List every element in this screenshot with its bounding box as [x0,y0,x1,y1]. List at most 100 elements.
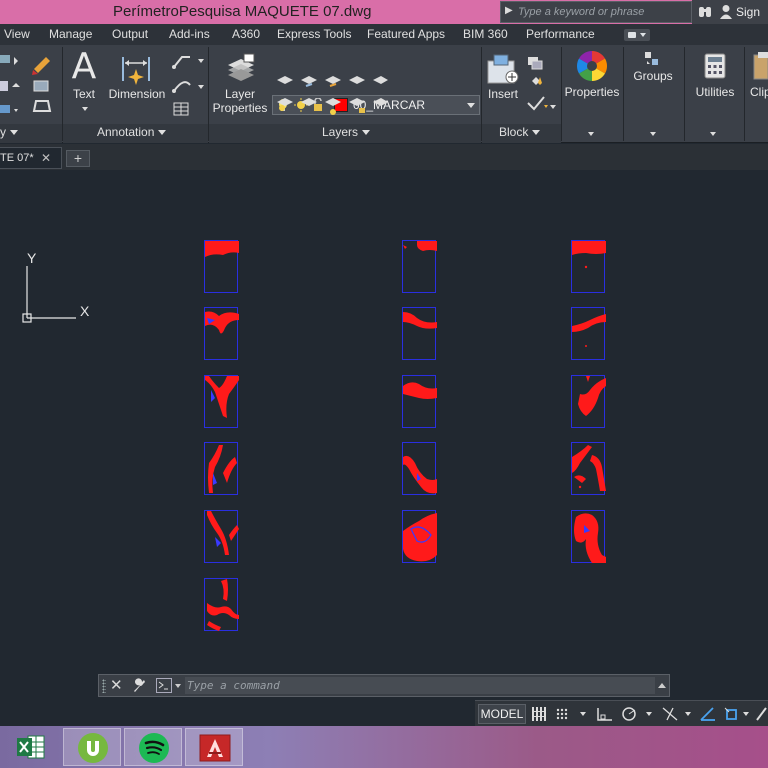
drawing-tile[interactable] [204,240,239,293]
layer-tools-icons[interactable] [276,72,388,120]
draw-tools-icon[interactable] [30,53,54,117]
isometric-dropdown-icon[interactable] [685,712,691,716]
annotation-panel-label: Annotation [97,125,155,139]
autocad-taskbar-button[interactable] [185,728,243,766]
annotation-small-tools-icon[interactable] [170,51,206,119]
customize-wrench-icon[interactable] [132,678,146,693]
drawing-tile[interactable] [204,375,239,428]
command-prompt-icon[interactable] [156,678,172,693]
dimension-icon[interactable] [120,53,152,85]
properties-dropdown-icon[interactable] [588,132,594,136]
tab-a360[interactable]: A360 [232,27,260,41]
utilities-dropdown-icon[interactable] [710,132,716,136]
grid-icon[interactable] [531,706,547,722]
file-tab-bar: TE 07* ✕ + [0,144,768,170]
drawing-tile[interactable] [571,510,606,563]
object-snap-dropdown-icon[interactable] [743,712,749,716]
tab-performance[interactable]: Performance [526,27,595,41]
layer-properties-label[interactable]: Layer Properties [212,87,268,115]
model-space-button[interactable]: MODEL [478,704,526,724]
account-area: Sign [692,0,768,24]
snap-mode-icon[interactable] [555,706,569,722]
utilities-calculator-icon[interactable] [704,53,726,79]
user-icon[interactable] [719,4,733,19]
layer-properties-icon[interactable] [226,53,256,83]
drawing-tile[interactable] [402,510,437,563]
drawing-canvas[interactable] [0,170,768,670]
layer-dropdown-arrow-icon[interactable] [467,103,475,108]
block-panel-title[interactable]: Block [499,125,541,139]
groups-button-label[interactable]: Groups [626,69,680,83]
tab-express-tools[interactable]: Express Tools [277,27,351,41]
groups-dropdown-icon[interactable] [650,132,656,136]
window-title: PerímetroPesquisa MAQUETE 07.dwg [113,3,372,20]
drawing-tile[interactable] [204,578,239,631]
clipboard-button-label[interactable]: Clip [750,85,768,99]
ribbon: y A Text Dimension Annotation Layer Prop… [0,45,768,143]
drawing-tile[interactable] [204,442,238,495]
tab-bim-360[interactable]: BIM 360 [463,27,508,41]
binoculars-icon[interactable] [698,5,712,18]
spotify-taskbar-button[interactable] [124,728,182,766]
excel-taskbar-button[interactable] [2,728,60,766]
close-command-line-icon[interactable]: ✕ [110,676,123,694]
modify-panel-title[interactable]: y [0,125,18,139]
help-search-box[interactable]: ▶ Type a keyword or phrase [500,1,692,23]
file-tab-maquete[interactable]: TE 07* ✕ [0,147,62,169]
insert-block-icon[interactable] [486,53,520,85]
insert-button-label[interactable]: Insert [484,87,522,101]
search-placeholder[interactable]: Type a keyword or phrase [518,6,644,18]
tab-featured-apps[interactable]: Featured Apps [367,27,445,41]
utorrent-icon [78,733,108,763]
modify-tools-icon[interactable] [0,53,24,115]
polar-dropdown-icon[interactable] [646,712,652,716]
utilities-button-label[interactable]: Utilities [690,85,740,99]
drawing-tile[interactable] [402,375,437,428]
drawing-tile[interactable] [571,442,606,495]
text-button-label[interactable]: Text [70,87,98,101]
drawing-tile[interactable] [571,307,606,360]
snap-dropdown-icon[interactable] [580,712,586,716]
autocad-icon [199,734,231,762]
tab-output[interactable]: Output [112,27,148,41]
drawing-tile[interactable] [402,442,437,495]
command-line-grip[interactable] [102,679,106,693]
drawing-tile[interactable] [571,375,606,428]
ribbon-options-button[interactable] [624,29,650,41]
ortho-icon[interactable] [596,706,614,722]
groups-icon[interactable] [644,51,660,67]
command-input[interactable] [185,677,655,694]
command-history-toggle-icon[interactable] [658,683,666,688]
tab-add-ins[interactable]: Add-ins [169,27,210,41]
lineweight-icon[interactable] [755,706,768,722]
dimension-button-label[interactable]: Dimension [108,87,166,101]
block-tools-icons[interactable] [526,53,558,117]
drawing-tile[interactable] [402,240,437,293]
file-tab-label[interactable]: TE 07* [0,152,34,164]
search-expand-icon[interactable]: ▶ [505,5,515,19]
text-dropdown-icon[interactable] [82,107,88,111]
ucs-icon: Y X [22,250,90,323]
layers-panel-title[interactable]: Layers [322,125,371,139]
drawing-tile[interactable] [204,510,239,563]
annotation-panel-title[interactable]: Annotation [97,125,167,139]
drawing-tile[interactable] [571,240,606,293]
object-snap-tracking-icon[interactable] [699,706,717,722]
close-icon[interactable]: ✕ [41,151,51,165]
recent-commands-dropdown-icon[interactable] [175,684,181,688]
properties-color-wheel-icon[interactable] [576,50,608,82]
polar-tracking-icon[interactable] [621,706,637,722]
text-icon[interactable]: A [67,47,101,87]
new-tab-button[interactable]: + [66,150,90,167]
clipboard-icon[interactable] [752,51,768,81]
sign-in-link[interactable]: Sign [736,5,760,19]
properties-button-label[interactable]: Properties [562,85,622,99]
utorrent-taskbar-button[interactable] [63,728,121,766]
object-snap-icon[interactable] [723,706,741,722]
isometric-icon[interactable] [661,706,679,722]
drawing-tile[interactable] [204,307,239,360]
layers-panel-label: Layers [322,125,359,139]
tab-manage[interactable]: Manage [49,27,92,41]
tab-view[interactable]: View [4,27,30,41]
drawing-tile[interactable] [402,307,437,360]
